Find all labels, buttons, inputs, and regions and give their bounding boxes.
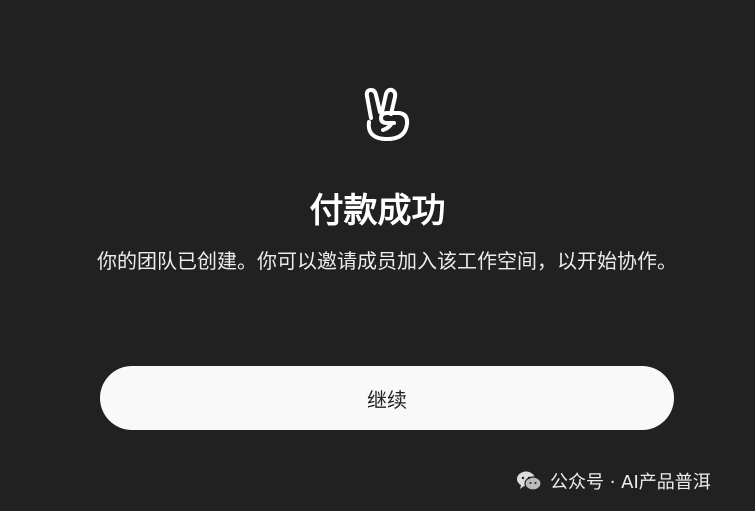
- page-title: 付款成功: [309, 191, 446, 231]
- continue-button[interactable]: 继续: [100, 366, 674, 430]
- payment-success-page: 付款成功 你的团队已创建。你可以邀请成员加入该工作空间，以开始协作。 继续 公众…: [0, 0, 755, 511]
- victory-hand-icon: [364, 87, 410, 142]
- wechat-icon: [517, 471, 542, 491]
- success-message: 你的团队已创建。你可以邀请成员加入该工作空间，以开始协作。: [97, 249, 677, 273]
- watermark-text: 公众号 · AI产品普洱: [550, 472, 711, 493]
- watermark: 公众号 · AI产品普洱: [516, 468, 711, 494]
